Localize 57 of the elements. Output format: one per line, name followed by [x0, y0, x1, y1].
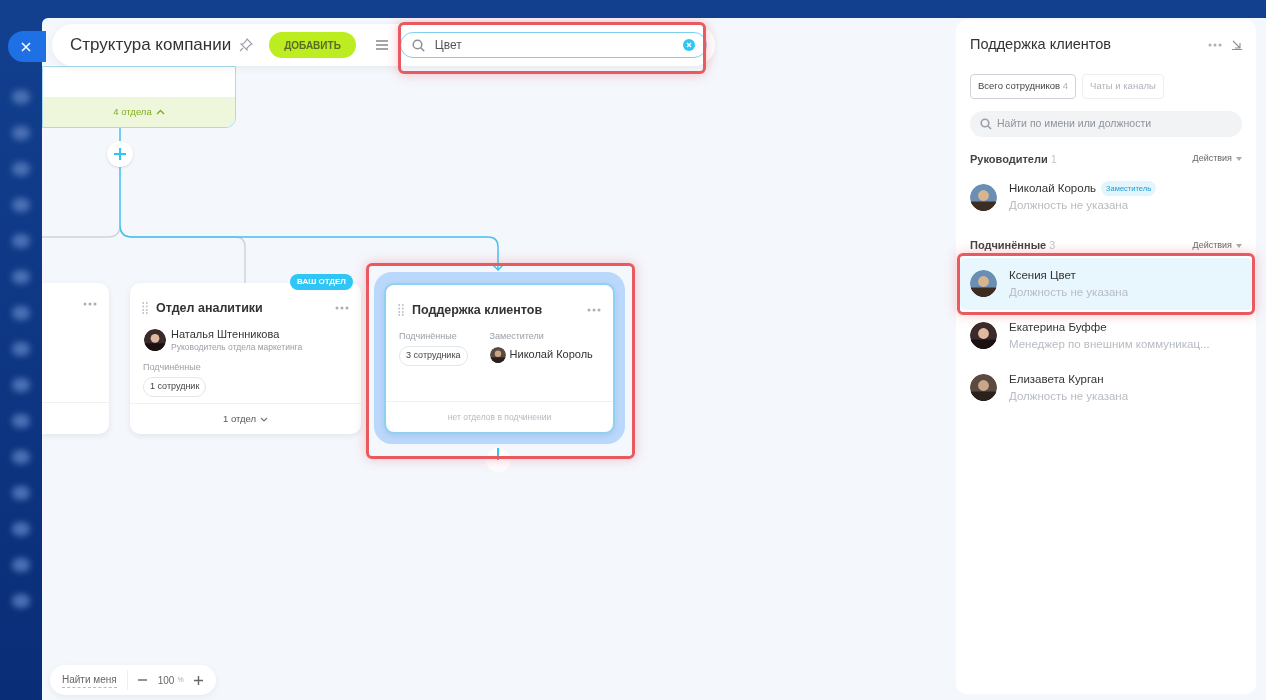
- find-me-link[interactable]: Найти меня: [62, 672, 117, 688]
- card-footer-text[interactable]: 1 отдел: [222, 411, 257, 427]
- collapse-icon[interactable]: [1232, 39, 1242, 50]
- close-button[interactable]: [8, 31, 46, 62]
- employee-name: Елизавета Курган: [1009, 371, 1104, 387]
- employee-search-field[interactable]: Найти по имени или должности: [970, 110, 1242, 137]
- employee-position: Менеджер по внешним коммуникац...: [1009, 336, 1210, 352]
- chevron-up-icon: [155, 109, 165, 115]
- more-icon[interactable]: [335, 306, 349, 311]
- subordinates-label: Подчинённые: [143, 360, 201, 374]
- clear-icon[interactable]: [683, 39, 695, 51]
- zoom-level: 100: [157, 673, 175, 688]
- card-title: Отдел аналитики: [156, 300, 264, 317]
- more-icon[interactable]: [83, 302, 97, 306]
- panel-title: Поддержка клиентов: [970, 35, 1113, 54]
- employee-row[interactable]: Екатерина Буффе Менеджер по внешним коммуникац...: [960, 309, 1252, 362]
- employee-row[interactable]: Елизавета Курган Должность не указана: [960, 361, 1252, 414]
- deputies-label: Заместители: [489, 329, 544, 343]
- page-title: Структура компании: [70, 34, 232, 57]
- head-role: Руководитель отдела маркетинга: [171, 340, 303, 353]
- pin-icon[interactable]: [239, 38, 254, 52]
- add-department-button[interactable]: [107, 141, 133, 167]
- head-name[interactable]: Наталья Штенникова: [171, 327, 303, 341]
- zoom-in-button[interactable]: [193, 675, 204, 685]
- plus-icon: [114, 148, 126, 160]
- search-icon: [980, 117, 992, 130]
- plus-icon: [193, 675, 203, 685]
- card-footer-text: нет отделов в подчинении: [447, 410, 552, 424]
- employee-name: Екатерина Буффе: [1009, 319, 1107, 335]
- search-input[interactable]: Найти по имени или должности: [997, 115, 1232, 132]
- employee-name: Николай Король: [1009, 181, 1097, 196]
- your-department-badge: ВАШ ОТДЕЛ: [290, 274, 353, 290]
- department-card[interactable]: Поддержка клиентов Подчинённые 3 сотрудника Заместители Николай Король нет отделов в подчинении: [384, 283, 615, 434]
- search-input[interactable]: Цвет: [434, 36, 673, 54]
- card-title: Поддержка клиентов: [412, 302, 544, 319]
- subordinates-label: Подчинённые: [399, 329, 457, 343]
- employee-position: Должность не указана: [1009, 284, 1129, 300]
- drag-handle-icon[interactable]: [142, 302, 148, 315]
- menu-icon[interactable]: [375, 40, 388, 50]
- section-title: Подчинённые 3: [970, 238, 1057, 254]
- actions-dropdown[interactable]: Действия: [1192, 152, 1242, 166]
- actions-dropdown[interactable]: Действия: [1192, 238, 1242, 253]
- deputy-name[interactable]: Николай Король: [509, 346, 593, 363]
- search-icon: [411, 38, 425, 52]
- tab[interactable]: Всего сотрудников 4: [970, 73, 1077, 99]
- employee-name: Ксения Цвет: [1009, 267, 1076, 283]
- employee-position: Должность не указана: [1009, 198, 1130, 214]
- minus-icon: [137, 679, 147, 681]
- chevron-down-icon[interactable]: [260, 416, 269, 422]
- drag-handle-icon[interactable]: [398, 304, 404, 317]
- close-icon[interactable]: [21, 41, 31, 52]
- more-icon[interactable]: [1208, 42, 1222, 47]
- employee-position: Должность не указана: [1009, 388, 1129, 404]
- more-icon[interactable]: [587, 308, 601, 313]
- add-button[interactable]: ДОБАВИТЬ: [269, 32, 356, 58]
- caret-icon: [1236, 243, 1242, 248]
- caret-icon: [1236, 157, 1242, 161]
